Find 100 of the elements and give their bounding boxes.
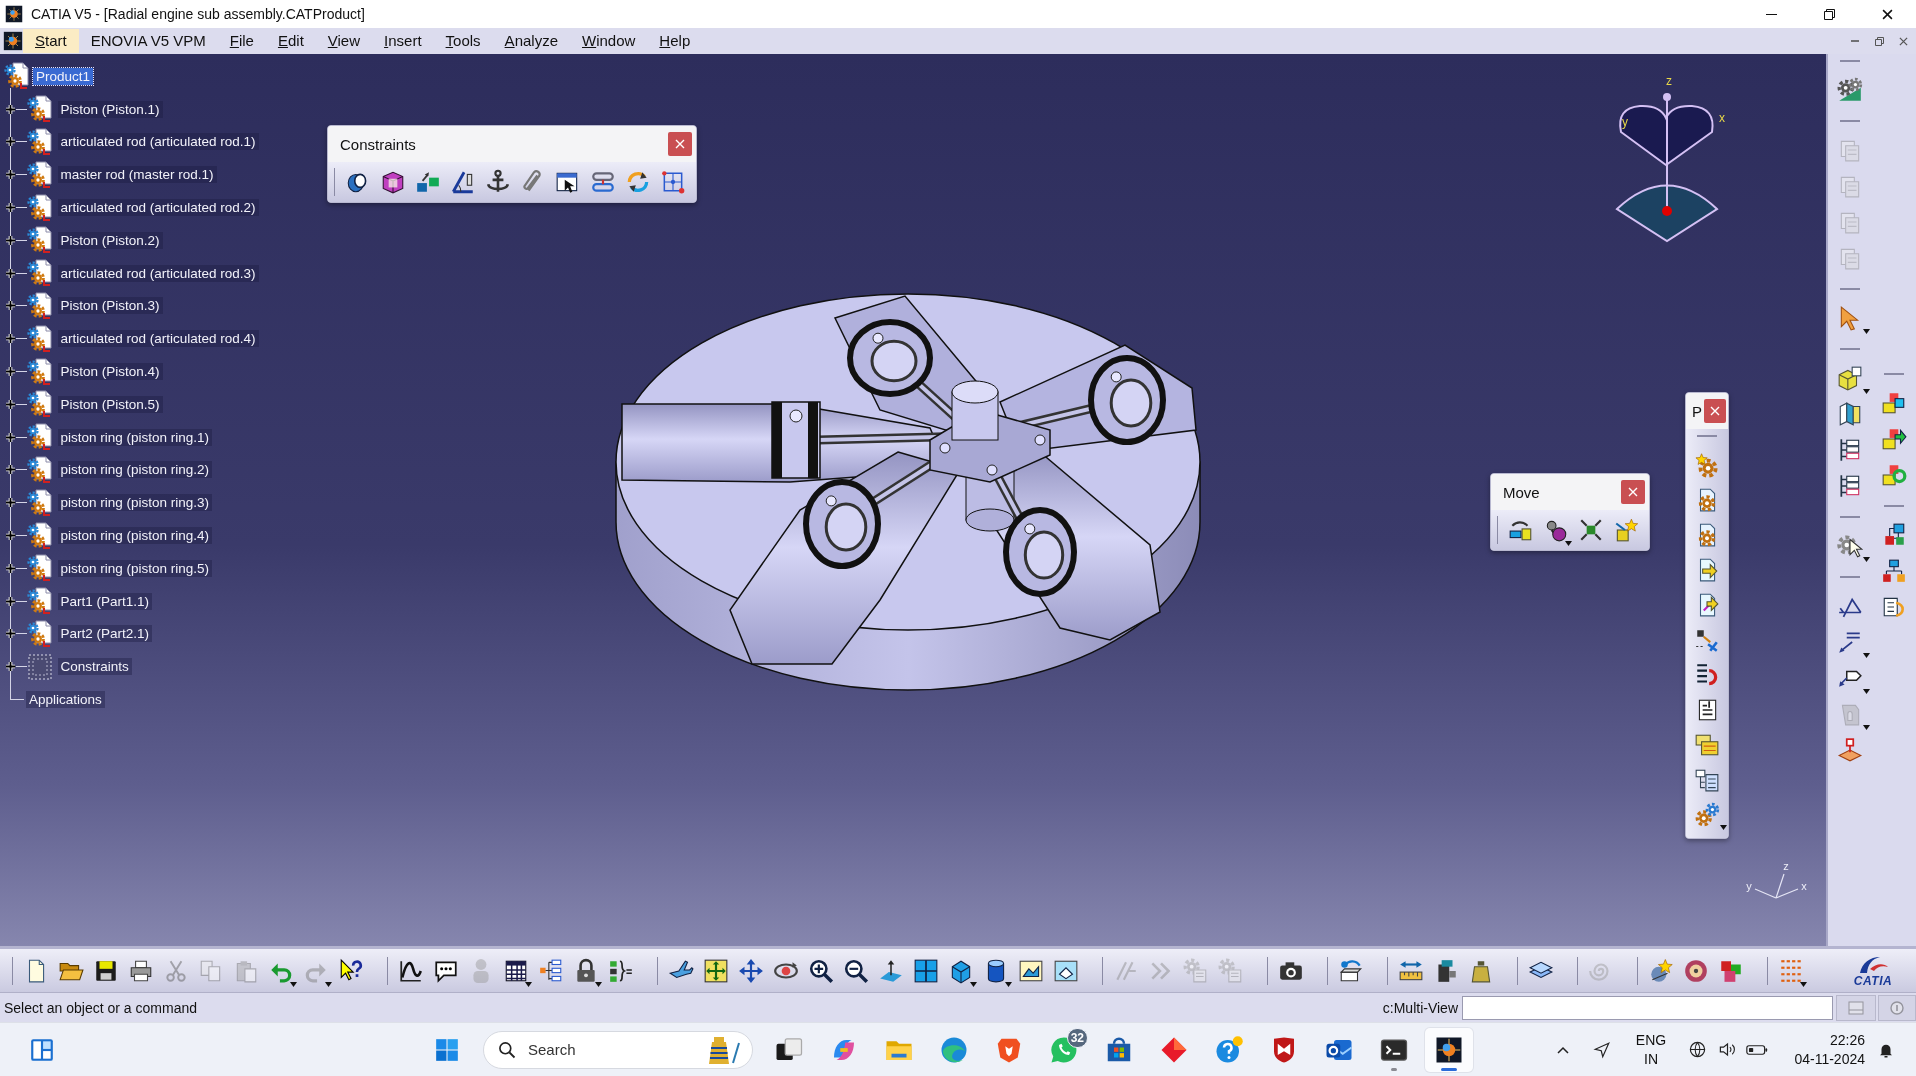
- menu-item[interactable]: View: [315, 29, 373, 53]
- tree-item[interactable]: articulated rod (articulated rod.1): [57, 133, 259, 151]
- dark-burst-tile-icon: [5, 5, 23, 23]
- help-bubble-icon: [1214, 1034, 1244, 1065]
- plus-expander-icon[interactable]: [4, 136, 16, 148]
- document-gears-icon: [26, 488, 53, 517]
- menu-item[interactable]: ENOVIA V5 VPM: [78, 29, 218, 53]
- plus-expander-icon[interactable]: [4, 595, 16, 607]
- label-arrow-icon: [1837, 629, 1863, 655]
- menu-item[interactable]: Insert: [372, 29, 434, 53]
- plus-expander-icon[interactable]: [4, 234, 16, 246]
- logo-text: CATIA: [1853, 974, 1893, 987]
- axis-label: y: [1622, 115, 1628, 129]
- caret-icon: [1863, 329, 1870, 334]
- tree-item[interactable]: piston ring (piston ring.1): [57, 428, 213, 446]
- menu-item[interactable]: File: [217, 29, 266, 53]
- plus-expander-icon[interactable]: [4, 333, 16, 345]
- tree-item[interactable]: Part1 (Part1.1): [57, 592, 153, 610]
- cube-tree-icon: [1881, 558, 1907, 584]
- tree-item[interactable]: Part2 (Part2.1): [57, 625, 153, 643]
- plus-expander-icon[interactable]: [4, 169, 16, 181]
- close-button[interactable]: [1704, 399, 1726, 423]
- tree-item[interactable]: master rod (master rod.1): [57, 166, 217, 184]
- caret-icon: [1863, 725, 1870, 730]
- plus-expander-icon[interactable]: [4, 267, 16, 279]
- tree-item[interactable]: Piston (Piston.5): [57, 395, 163, 413]
- plus-expander-icon[interactable]: [4, 530, 16, 542]
- speaker-icon[interactable]: [1717, 1040, 1737, 1059]
- four-squares-icon: [434, 1036, 460, 1063]
- compass-icon[interactable]: [1616, 93, 1718, 242]
- notification-badge: 32: [1066, 1027, 1088, 1048]
- close-icon: [1628, 487, 1638, 497]
- plus-expander-icon[interactable]: [4, 103, 16, 115]
- axis-label: x: [1719, 111, 1725, 125]
- plus-expander-icon[interactable]: [4, 366, 16, 378]
- tree-item[interactable]: Piston (Piston.2): [57, 231, 163, 249]
- caret-icon: [1863, 689, 1870, 694]
- four-way-arrow-icon: [737, 957, 764, 984]
- caret-icon: [325, 981, 332, 987]
- menu-item[interactable]: Help: [647, 29, 703, 53]
- plus-expander-icon[interactable]: [4, 661, 16, 673]
- plus-expander-icon[interactable]: [4, 202, 16, 214]
- plus-expander-icon[interactable]: [4, 300, 16, 312]
- search-field[interactable]: Search: [483, 1030, 753, 1069]
- document-gears-icon: [26, 193, 53, 222]
- caret-icon: [970, 981, 977, 987]
- command-label: c:Multi-View: [1382, 999, 1458, 1016]
- status-message: Select an object or a command: [3, 999, 197, 1016]
- language-indicator[interactable]: ENG IN: [1621, 1027, 1681, 1072]
- close-button[interactable]: [668, 132, 692, 156]
- tree-item[interactable]: articulated rod (articulated rod.3): [57, 264, 259, 282]
- tree-item[interactable]: piston ring (piston ring.3): [57, 494, 213, 512]
- axis-label: z: [1666, 74, 1672, 88]
- stacked-blocks-icon: [1881, 390, 1907, 416]
- document-gears-icon: [26, 455, 53, 484]
- menu-item[interactable]: Start: [23, 29, 79, 53]
- tree-item[interactable]: Product1: [33, 67, 94, 85]
- tree-item[interactable]: Constraints: [57, 658, 132, 676]
- document-gears-icon: [26, 619, 53, 648]
- document-gears-icon: [26, 357, 53, 386]
- widgets-icon: [29, 1036, 55, 1063]
- plus-expander-icon[interactable]: [4, 562, 16, 574]
- four-pane-icon: [912, 957, 939, 984]
- taskbar-app-button[interactable]: [1425, 1027, 1473, 1072]
- plus-expander-icon[interactable]: [4, 431, 16, 443]
- menu-item[interactable]: Analyze: [492, 29, 570, 53]
- restore-icon: [1874, 36, 1884, 46]
- tree-item[interactable]: Piston (Piston.1): [57, 100, 163, 118]
- tree-item[interactable]: Piston (Piston.3): [57, 297, 163, 315]
- menu-item[interactable]: Edit: [265, 29, 316, 53]
- plus-expander-icon[interactable]: [4, 628, 16, 640]
- menu-item[interactable]: Window: [570, 29, 648, 53]
- close-icon: [1710, 406, 1720, 416]
- tree-item[interactable]: piston ring (piston ring.4): [57, 527, 213, 545]
- tree-item[interactable]: piston ring (piston ring.5): [57, 559, 213, 577]
- plus-expander-icon[interactable]: [4, 464, 16, 476]
- clock[interactable]: 22:26 04-11-2024: [1773, 1027, 1871, 1072]
- axis-label: y: [1746, 880, 1752, 892]
- plus-expander-icon[interactable]: [4, 398, 16, 410]
- plus-expander-icon[interactable]: [4, 497, 16, 509]
- stacked-blocks-icon: [1881, 462, 1907, 488]
- location-arrow-icon[interactable]: [1593, 1040, 1611, 1059]
- taskbar-app-button[interactable]: 32: [1040, 1027, 1088, 1072]
- globe-icon[interactable]: [1687, 1040, 1707, 1059]
- document-gears-icon: [26, 423, 53, 452]
- search-icon: [497, 1039, 517, 1060]
- menu-item[interactable]: Tools: [433, 29, 493, 53]
- document-gears-icon: [26, 128, 53, 156]
- gear-sparkle-icon: [1694, 451, 1720, 478]
- command-input-field[interactable]: [1462, 995, 1833, 1020]
- document-gears-icon: [26, 226, 53, 255]
- tree-item[interactable]: articulated rod (articulated rod.4): [57, 330, 259, 348]
- tree-item[interactable]: articulated rod (articulated rod.2): [57, 199, 259, 217]
- toolbar-title: P: [1692, 402, 1702, 420]
- tree-item[interactable]: piston ring (piston ring.2): [57, 461, 213, 479]
- close-button[interactable]: [1621, 480, 1645, 504]
- document-gears-icon: [26, 324, 53, 353]
- caret-icon: [1565, 541, 1572, 546]
- tree-item[interactable]: Piston (Piston.4): [57, 363, 163, 381]
- tree-item[interactable]: Applications: [26, 691, 105, 709]
